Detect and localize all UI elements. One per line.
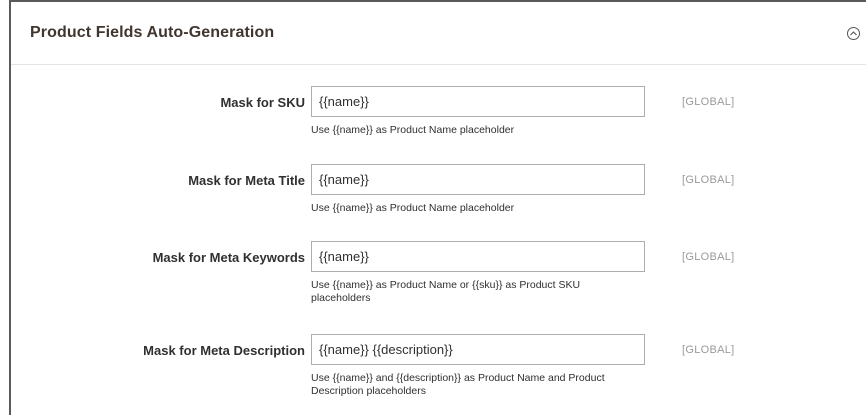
- section-header[interactable]: Product Fields Auto-Generation: [11, 2, 866, 64]
- mask-meta-keywords-input[interactable]: [311, 241, 645, 272]
- config-section: Product Fields Auto-Generation Mask for …: [9, 0, 866, 415]
- scope-label: [GLOBAL]: [682, 344, 735, 356]
- field-note: Use {{name}} as Product Name placeholder: [311, 202, 515, 214]
- field-note: Use {{name}} as Product Name or {{sku}} …: [311, 279, 581, 304]
- field-note: Use {{name}} and {{description}} as Prod…: [311, 372, 605, 397]
- mask-meta-title-input[interactable]: [311, 164, 645, 195]
- mask-meta-description-input[interactable]: [311, 334, 645, 365]
- scope-label: [GLOBAL]: [682, 174, 735, 186]
- section-divider: [11, 64, 866, 65]
- section-title: Product Fields Auto-Generation: [30, 24, 275, 41]
- scope-label: [GLOBAL]: [682, 96, 735, 108]
- field-label: Mask for Meta Keywords: [152, 250, 305, 265]
- scope-label: [GLOBAL]: [682, 251, 735, 263]
- field-label: Mask for SKU: [220, 95, 305, 110]
- mask-sku-input[interactable]: [311, 86, 645, 117]
- field-label: Mask for Meta Description: [143, 343, 305, 358]
- collapse-icon[interactable]: [847, 27, 860, 40]
- field-label: Mask for Meta Title: [188, 173, 305, 188]
- field-note: Use {{name}} as Product Name placeholder: [311, 124, 515, 136]
